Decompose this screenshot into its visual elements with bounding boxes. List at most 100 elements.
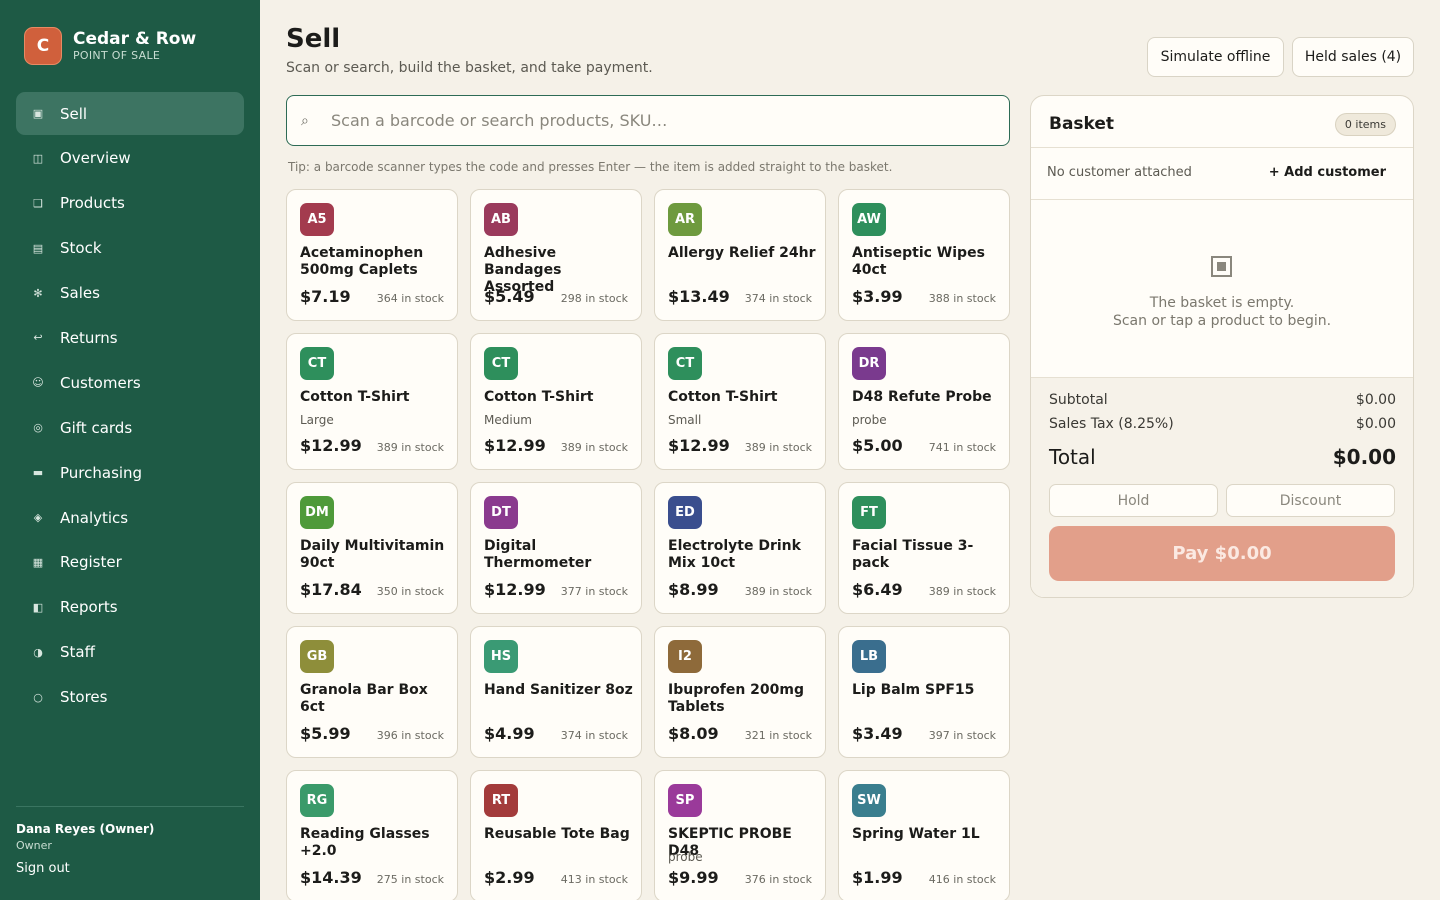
product-card[interactable]: SP SKEPTIC PROBE D48 probe $9.99 376 in stoc… — [654, 770, 826, 900]
empty-basket-icon — [1211, 256, 1232, 277]
product-stock: 396 in stock — [376, 729, 444, 742]
product-name: D48 Refute Probe — [852, 389, 992, 405]
sidebar-item-analytics[interactable]: ◈ Analytics — [16, 496, 244, 539]
product-card[interactable]: CT Cotton T-Shirt Small $12.99 389 in stock — [654, 333, 826, 470]
pay-button[interactable]: Pay $0.00 — [1049, 526, 1395, 581]
product-card[interactable]: DR D48 Refute Probe probe $5.00 741 in stock — [838, 333, 1010, 470]
product-badge: AW — [852, 203, 886, 236]
sidebar-item-reports[interactable]: ◧ Reports — [16, 586, 244, 629]
product-card[interactable]: I2 Ibuprofen 200mg Tablets $8.09 321 in sto… — [654, 626, 826, 758]
sidebar-item-label: Register — [60, 553, 122, 572]
product-card[interactable]: LB Lip Balm SPF15 $3.49 397 in stock — [838, 626, 1010, 758]
product-card[interactable]: RG Reading Glasses +2.0 $14.39 275 in stock — [286, 770, 458, 900]
product-stock: 389 in stock — [744, 441, 812, 454]
product-price: $3.99 — [852, 287, 903, 306]
product-name: Acetaminophen 500mg Caplets — [300, 245, 424, 278]
sidebar-item-products[interactable]: ❑ Products — [16, 182, 244, 225]
product-name: Facial Tissue 3-pack — [852, 538, 974, 571]
product-price: $5.00 — [852, 436, 903, 455]
product-stock: 364 in stock — [376, 292, 444, 305]
empty-basket-hint: Scan or tap a product to begin. — [1112, 313, 1332, 329]
product-price: $17.84 — [300, 580, 362, 599]
product-stock: 298 in stock — [560, 292, 628, 305]
product-name: Daily Multivitamin 90ct — [300, 538, 445, 571]
product-price: $2.99 — [484, 868, 535, 887]
product-price: $5.49 — [484, 287, 535, 306]
sidebar-item-purchasing[interactable]: ▬ Purchasing — [16, 451, 244, 494]
product-price: $8.99 — [668, 580, 719, 599]
product-card[interactable]: SW Spring Water 1L $1.99 416 in stock — [838, 770, 1010, 900]
sidebar-item-register[interactable]: ▦ Register — [16, 541, 244, 584]
simulate-offline-button[interactable]: Simulate offline — [1147, 37, 1284, 77]
product-price: $14.39 — [300, 868, 362, 887]
discount-button[interactable]: Discount — [1226, 484, 1395, 517]
product-card[interactable]: DT Digital Thermometer $12.99 377 in stock — [470, 482, 642, 614]
product-badge: CT — [668, 347, 702, 380]
sidebar-item-returns[interactable]: ↩ Returns — [16, 316, 244, 359]
add-customer-button[interactable]: + Add customer — [1269, 165, 1386, 180]
product-card[interactable]: HS Hand Sanitizer 8oz $4.99 374 in stock — [470, 626, 642, 758]
product-price: $12.99 — [484, 436, 546, 455]
product-stock: 389 in stock — [560, 441, 628, 454]
sidebar: C Cedar & Row POINT OF SALE ▣ Sell ◫ Overvi… — [0, 0, 260, 900]
product-badge: LB — [852, 640, 886, 673]
product-badge: DR — [852, 347, 886, 380]
product-badge: GB — [300, 640, 334, 673]
divider — [1031, 147, 1413, 148]
product-price: $1.99 — [852, 868, 903, 887]
product-card[interactable]: GB Granola Bar Box 6ct $5.99 396 in stock — [286, 626, 458, 758]
sidebar-item-stores[interactable]: ○ Stores — [16, 676, 244, 719]
customers-icon: ☺ — [32, 376, 44, 390]
product-badge: RT — [484, 784, 518, 817]
user-panel: Dana Reyes (Owner) Owner Sign out — [16, 806, 244, 876]
product-name: Cotton T-Shirt — [484, 389, 594, 405]
product-card[interactable]: AW Antiseptic Wipes 40ct $3.99 388 in stock — [838, 189, 1010, 321]
product-card[interactable]: CT Cotton T-Shirt Medium $12.99 389 in stock — [470, 333, 642, 470]
product-badge: SP — [668, 784, 702, 817]
product-card[interactable]: FT Facial Tissue 3-pack $6.49 389 in stock — [838, 482, 1010, 614]
product-badge: ED — [668, 496, 702, 529]
tax-value: $0.00 — [1355, 416, 1396, 432]
product-card[interactable]: ED Electrolyte Drink Mix 10ct $8.99 389 in … — [654, 482, 826, 614]
reports-icon: ◧ — [32, 600, 44, 614]
page-subtitle: Scan or search, build the basket, and ta… — [286, 60, 653, 76]
sidebar-item-stock[interactable]: ▤ Stock — [16, 227, 244, 270]
brand[interactable]: C Cedar & Row POINT OF SALE — [24, 27, 196, 65]
sidebar-item-sell[interactable]: ▣ Sell — [16, 92, 244, 135]
product-variant: Large — [300, 413, 334, 427]
sidebar-item-sales[interactable]: ✻ Sales — [16, 272, 244, 315]
sidebar-item-gift-cards[interactable]: ◎ Gift cards — [16, 406, 244, 449]
overview-icon: ◫ — [32, 151, 44, 165]
product-badge: AB — [484, 203, 518, 236]
sidebar-item-staff[interactable]: ◑ Staff — [16, 631, 244, 674]
sidebar-item-label: Customers — [60, 373, 141, 392]
hold-button[interactable]: Hold — [1049, 484, 1218, 517]
product-card[interactable]: A5 Acetaminophen 500mg Caplets $7.19 364 in… — [286, 189, 458, 321]
sign-out-link[interactable]: Sign out — [16, 861, 244, 876]
sell-icon: ▣ — [32, 107, 44, 120]
product-stock: 389 in stock — [744, 585, 812, 598]
divider — [1031, 377, 1413, 378]
product-name: Granola Bar Box 6ct — [300, 682, 428, 715]
search-input[interactable] — [331, 111, 971, 130]
product-card[interactable]: RT Reusable Tote Bag $2.99 413 in stock — [470, 770, 642, 900]
product-price: $12.99 — [300, 436, 362, 455]
product-card[interactable]: DM Daily Multivitamin 90ct $17.84 350 in st… — [286, 482, 458, 614]
product-badge: SW — [852, 784, 886, 817]
sidebar-item-label: Analytics — [60, 508, 129, 527]
customer-status: No customer attached — [1047, 165, 1192, 180]
items-count-badge: 0 items — [1334, 113, 1396, 136]
brand-subtitle: POINT OF SALE — [73, 49, 161, 62]
product-card[interactable]: AR Allergy Relief 24hr $13.49 374 in stock — [654, 189, 826, 321]
product-card[interactable]: CT Cotton T-Shirt Large $12.99 389 in stock — [286, 333, 458, 470]
sidebar-item-customers[interactable]: ☺ Customers — [16, 361, 244, 404]
search-bar[interactable]: ⌕ — [286, 95, 1010, 146]
sidebar-item-label: Sell — [60, 104, 88, 123]
product-badge: DM — [300, 496, 334, 529]
held-sales-button[interactable]: Held sales (4) — [1292, 37, 1414, 77]
product-name: Lip Balm SPF15 — [852, 682, 975, 698]
product-price: $13.49 — [668, 287, 730, 306]
product-name: Cotton T-Shirt — [300, 389, 410, 405]
sidebar-item-overview[interactable]: ◫ Overview — [16, 137, 244, 180]
product-card[interactable]: AB Adhesive Bandages Assorted $5.49 298 in … — [470, 189, 642, 321]
